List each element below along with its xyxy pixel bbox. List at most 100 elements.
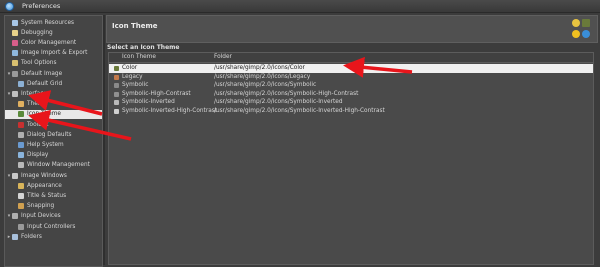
icon-theme-table: Icon Theme Folder Color/usr/share/gimp/2… (108, 52, 594, 265)
theme-folder-cell: /usr/share/gimp/2.0/icons/Symbolic-Inver… (214, 108, 385, 114)
image-windows-icon (12, 172, 18, 179)
sidebar-item[interactable]: Image Import & Export (5, 49, 102, 58)
sidebar-item-label: Color Management (21, 39, 77, 46)
sidebar-item-label: Title & Status (27, 192, 67, 199)
table-row[interactable]: Symbolic-Inverted-High-Contrast/usr/shar… (109, 107, 593, 116)
symbolic-theme-icon (114, 83, 119, 89)
sidebar-item[interactable]: ▾ Interface (5, 89, 102, 98)
app-icon (5, 1, 14, 11)
sidebar-item[interactable]: Debugging (5, 28, 102, 37)
theme-folder-cell: /usr/share/gimp/2.0/icons/Symbolic-High-… (214, 90, 359, 97)
color-theme-icon (114, 66, 119, 71)
sidebar-item-label: Theme (27, 101, 47, 108)
page-title: Icon Theme (112, 22, 158, 30)
sidebar-item[interactable]: Window Management (5, 161, 102, 170)
sidebar-item-label: Dialog Defaults (27, 131, 72, 138)
theme-name-cell: Symbolic-Inverted-High-Contrast (122, 108, 218, 114)
sidebar-item-label: Window Management (27, 162, 90, 169)
sidebar-item-label: Image Windows (21, 172, 67, 179)
sidebar-item[interactable]: Theme (5, 100, 102, 109)
sidebar-item-label: Input Devices (21, 213, 61, 220)
symbolic-inverted-high-contrast-icon (114, 109, 119, 114)
sidebar-item-label: System Resources (21, 19, 75, 26)
sidebar-item-label: Appearance (27, 182, 62, 189)
input-devices-icon (12, 213, 18, 220)
symbolic-high-contrast-icon (114, 91, 119, 97)
folders-icon (12, 233, 18, 240)
theme-folder-cell: /usr/share/gimp/2.0/icons/Symbolic (214, 82, 317, 89)
table-header: Icon Theme Folder (109, 53, 593, 63)
sidebar-item[interactable]: Title & Status (5, 191, 102, 200)
face-icon (572, 30, 580, 38)
sidebar-item[interactable]: ▾ Default Image (5, 69, 102, 78)
sidebar-item-label: Folders (21, 233, 42, 240)
preferences-sidebar: System Resources Debugging Color Managemen… (4, 15, 103, 267)
toolbox-icon (18, 121, 24, 128)
sidebar-item-label: Help System (27, 141, 64, 148)
sidebar-item-label: Display (27, 152, 49, 159)
gimp-icon (582, 19, 590, 27)
theme-folder-cell: /usr/share/gimp/2.0/icons/Legacy (214, 73, 311, 80)
theme-name-cell: Symbolic-Inverted (122, 99, 175, 106)
appearance-icon (18, 182, 24, 189)
pane-divider[interactable] (103, 15, 105, 265)
image-import-export-icon (12, 50, 18, 57)
theme-name-cell: Legacy (122, 73, 143, 80)
theme-preview-icons (572, 19, 592, 39)
sidebar-item[interactable]: Display (5, 151, 102, 160)
display-icon (18, 152, 24, 159)
title-status-icon (18, 192, 24, 199)
theme-icon (18, 101, 24, 108)
sidebar-item[interactable]: ▾ Input Devices (5, 212, 102, 221)
sidebar-item[interactable]: ▾ Image Windows (5, 171, 102, 180)
sidebar-item[interactable]: ▸ Folders (5, 232, 102, 241)
dialog-defaults-icon (18, 131, 24, 138)
column-header-folder[interactable]: Folder (214, 54, 232, 60)
sidebar-item[interactable]: System Resources (5, 18, 102, 27)
sidebar-item[interactable]: Toolbox (5, 120, 102, 129)
sidebar-item[interactable]: Appearance (5, 181, 102, 190)
sidebar-item-label: Default Image (21, 70, 63, 77)
sidebar-item-label: Tool Options (21, 60, 57, 67)
sidebar-item-label: Image Import & Export (21, 50, 88, 57)
sidebar-item-label: Icon Theme (27, 111, 61, 118)
theme-name-cell: Color (122, 65, 138, 71)
theme-folder-cell: /usr/share/gimp/2.0/icons/Symbolic-Inver… (214, 99, 343, 106)
sidebar-item-label: Interface (21, 90, 47, 97)
window-management-icon (18, 162, 24, 169)
sidebar-item[interactable]: Icon Theme (5, 109, 102, 119)
color-management-icon (12, 39, 18, 46)
sidebar-item-label: Default Grid (27, 80, 63, 87)
sidebar-item[interactable]: Default Grid (5, 79, 102, 88)
icon-theme-icon (18, 111, 24, 118)
snapping-icon (18, 203, 24, 210)
sidebar-item[interactable]: Snapping (5, 202, 102, 211)
sidebar-item-label: Debugging (21, 29, 53, 36)
sidebar-item-label: Toolbox (27, 121, 49, 128)
default-image-icon (12, 70, 18, 77)
theme-name-cell: Symbolic (122, 82, 149, 89)
help-system-icon (18, 141, 24, 148)
theme-folder-cell: /usr/share/gimp/2.0/icons/Color (214, 65, 305, 71)
sidebar-item-label: Snapping (27, 203, 55, 210)
symbolic-inverted-icon (114, 100, 119, 106)
window-title: Preferences (22, 2, 61, 10)
debugging-icon (12, 29, 18, 36)
default-grid-icon (18, 80, 24, 87)
sidebar-item[interactable]: Dialog Defaults (5, 130, 102, 139)
sidebar-item[interactable]: Color Management (5, 38, 102, 47)
column-header-icon-theme[interactable]: Icon Theme (122, 54, 156, 60)
system-resources-icon (12, 19, 18, 26)
sidebar-item[interactable]: Help System (5, 140, 102, 149)
page-header: Icon Theme (106, 15, 598, 43)
input-controllers-icon (18, 223, 24, 230)
theme-name-cell: Symbolic-High-Contrast (122, 90, 191, 97)
section-label: Select an Icon Theme (107, 44, 180, 51)
legacy-theme-icon (114, 74, 119, 80)
globe-icon (582, 30, 590, 38)
sidebar-item[interactable]: Tool Options (5, 59, 102, 68)
window-titlebar: Preferences (0, 0, 600, 13)
smiley-icon (572, 19, 580, 27)
sidebar-item[interactable]: Input Controllers (5, 222, 102, 231)
interface-icon (12, 90, 18, 97)
